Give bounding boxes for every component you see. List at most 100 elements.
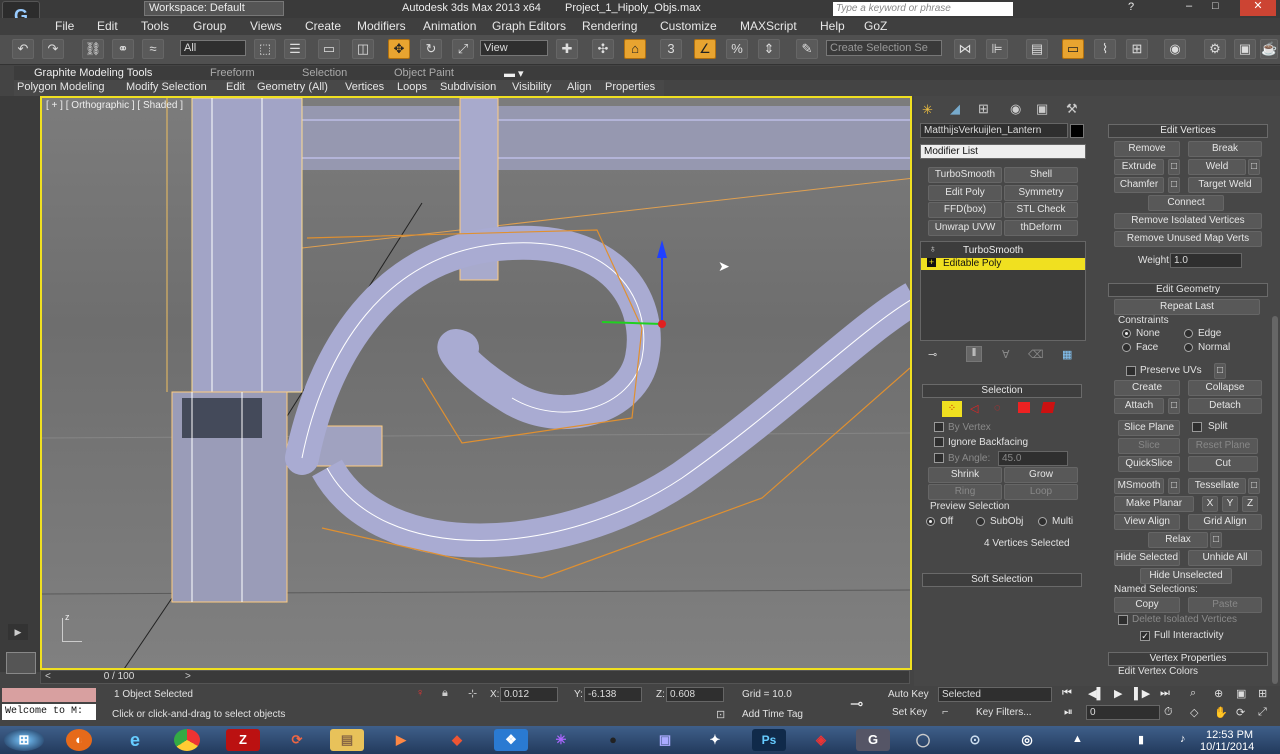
keyboard-shortcut-icon[interactable]: ⌂ (624, 39, 646, 59)
mod-turbosmooth-button[interactable]: TurboSmooth (928, 167, 1002, 183)
edit-geometry-rollout-header[interactable]: Edit Geometry (1108, 283, 1268, 297)
time-next-icon[interactable]: > (185, 671, 191, 682)
unhide-all-button[interactable]: Unhide All (1188, 550, 1262, 566)
firefox-icon[interactable]: ◐ (66, 729, 92, 751)
maxscript-listener-mini[interactable] (2, 688, 96, 702)
named-selection-dropdown[interactable]: Create Selection Se (826, 40, 942, 56)
goto-start-icon[interactable]: ⏮ (1062, 687, 1072, 700)
pivot-icon[interactable]: ✚ (556, 39, 578, 59)
extrude-button[interactable]: Extrude (1114, 159, 1164, 175)
make-planar-button[interactable]: Make Planar (1114, 496, 1194, 512)
viewport-scene[interactable] (42, 98, 912, 670)
move-icon[interactable]: ✥ (388, 39, 410, 59)
taskbar-app-icon-2[interactable]: ◆ (440, 729, 474, 751)
configure-sets-icon[interactable]: ▦ (1062, 348, 1072, 361)
auto-key-button[interactable]: Auto Key (888, 689, 929, 700)
selection-rollout-header[interactable]: Selection (922, 384, 1082, 398)
edit-named-sel-icon[interactable]: ✎ (796, 39, 818, 59)
mod-thdeform-button[interactable]: thDeform (WSM) (1004, 220, 1078, 236)
link-icon[interactable]: ⛓ (82, 39, 104, 59)
mod-ffd-button[interactable]: FFD(box) (928, 202, 1002, 218)
taskbar-app-icon-4[interactable]: ● (596, 729, 630, 751)
filezilla-icon[interactable]: Z (226, 729, 260, 751)
chrome-icon[interactable] (174, 729, 200, 751)
by-vertex-checkbox[interactable] (934, 422, 944, 432)
constraint-face-radio[interactable] (1122, 343, 1131, 352)
weight-field[interactable]: 1.0 (1170, 253, 1242, 268)
perspective-viewport[interactable]: [ + ] [ Orthographic ] [ Shaded ] ➤ z (40, 96, 912, 670)
tray-network-icon[interactable]: ▮ (1138, 733, 1144, 746)
constraint-normal-radio[interactable] (1184, 343, 1193, 352)
stack-item-editable-poly[interactable]: + Editable Poly (921, 258, 1085, 270)
paste-button[interactable]: Paste (1188, 597, 1262, 613)
key-mode-icon[interactable]: ⌐ (942, 706, 948, 718)
render-icon[interactable]: ☕ (1260, 39, 1278, 59)
tessellate-settings-icon[interactable]: □ (1248, 478, 1260, 494)
tab-freeform[interactable]: Freeform (210, 67, 255, 79)
window-crossing-icon[interactable]: ◫ (352, 39, 374, 59)
break-button[interactable]: Break (1188, 141, 1262, 157)
taskbar-app-icon-8[interactable]: ◯ (906, 729, 940, 751)
edit-vertices-rollout-header[interactable]: Edit Vertices (1108, 124, 1268, 138)
planar-z-button[interactable]: Z (1242, 496, 1258, 512)
loop-button[interactable]: Loop (1004, 484, 1078, 500)
time-tag-icon[interactable]: ⊡ (716, 708, 725, 721)
time-prev-icon[interactable]: < (45, 671, 51, 682)
isolate-icon[interactable]: ♀ (416, 687, 424, 699)
bulb-icon[interactable]: ♁ (929, 244, 937, 255)
percent-snap-icon[interactable]: % (726, 39, 748, 59)
reset-plane-button[interactable]: Reset Plane (1188, 438, 1258, 454)
redo-icon[interactable]: ↷ (42, 39, 64, 59)
render-setup-icon[interactable]: ⚙ (1204, 39, 1226, 59)
modifier-list-dropdown[interactable]: Modifier List (920, 144, 1086, 159)
ribbon-geometry-all[interactable]: Geometry (All) (257, 81, 328, 93)
selection-filter-dropdown[interactable]: All (180, 40, 246, 56)
extrude-settings-icon[interactable]: □ (1168, 159, 1180, 175)
menu-customize[interactable]: Customize (660, 19, 717, 33)
ribbon-edit[interactable]: Edit (226, 81, 245, 93)
split-checkbox[interactable] (1192, 422, 1202, 432)
stack-item-turbosmooth[interactable]: ♁ TurboSmooth (921, 244, 1085, 257)
zoom-extents-all-icon[interactable]: ⊞ (1258, 687, 1267, 700)
time-config-icon[interactable]: ⏱ (1164, 706, 1173, 719)
full-interactivity-checkbox[interactable]: ✓ (1140, 631, 1150, 641)
key-mode-toggle-icon[interactable]: ⏯ (1064, 706, 1073, 719)
undo-icon[interactable]: ↶ (12, 39, 34, 59)
ignore-backfacing-checkbox[interactable] (934, 437, 944, 447)
angle-snap-icon[interactable]: ∠ (694, 39, 716, 59)
preserve-uvs-settings-icon[interactable]: □ (1214, 363, 1226, 379)
ribbon-vertices[interactable]: Vertices (345, 81, 384, 93)
edge-mode-icon[interactable]: ◁ (970, 402, 978, 415)
rect-region-icon[interactable]: ▭ (318, 39, 340, 59)
planar-x-button[interactable]: X (1202, 496, 1218, 512)
y-coord-field[interactable]: -6.138 (584, 687, 642, 702)
minimize-viewport-icon[interactable] (6, 652, 36, 674)
slice-plane-button[interactable]: Slice Plane (1118, 420, 1180, 436)
vertex-mode-icon[interactable]: ⁘ (942, 401, 962, 417)
menu-views[interactable]: Views (250, 19, 282, 33)
viewport-label[interactable]: [ + ] [ Orthographic ] [ Shaded ] (46, 100, 183, 111)
bind-spacewarp-icon[interactable]: ≈ (142, 39, 164, 59)
pan-icon[interactable]: ✋ (1214, 706, 1228, 719)
relax-settings-icon[interactable]: □ (1210, 532, 1222, 548)
angle-field[interactable]: 45.0 (998, 451, 1068, 466)
preview-subobj-radio[interactable] (976, 517, 985, 526)
ref-coord-dropdown[interactable]: View (480, 40, 548, 56)
remove-unused-map-button[interactable]: Remove Unused Map Verts (1114, 231, 1262, 247)
snap-icon[interactable]: 3 (660, 39, 682, 59)
layer-manager-icon[interactable]: ▤ (1026, 39, 1048, 59)
maximize-viewport-icon[interactable]: ⤢ (1258, 706, 1267, 719)
prev-frame-icon[interactable]: ◀▌ (1088, 687, 1104, 700)
fov-icon[interactable]: ◇ (1190, 706, 1198, 719)
chamfer-button[interactable]: Chamfer (1114, 177, 1164, 193)
menu-tools[interactable]: Tools (141, 19, 169, 33)
border-mode-icon[interactable]: ◌ (994, 402, 1001, 414)
pin-stack-icon[interactable]: ⊸ (928, 348, 937, 361)
zoom-icon[interactable]: ⌕ (1190, 687, 1196, 700)
weld-settings-icon[interactable]: □ (1248, 159, 1260, 175)
mirror-icon[interactable]: ⋈ (954, 39, 976, 59)
soft-selection-rollout-header[interactable]: Soft Selection (922, 573, 1082, 587)
element-mode-icon[interactable] (1040, 402, 1056, 413)
slice-button[interactable]: Slice (1118, 438, 1180, 454)
photoshop-icon[interactable]: Ps (752, 729, 786, 751)
